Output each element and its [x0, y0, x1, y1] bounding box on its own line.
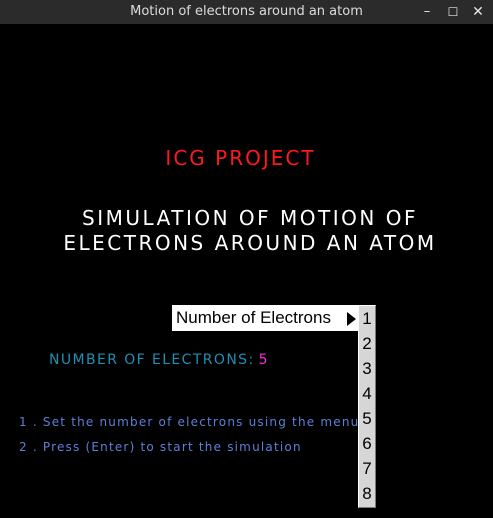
menu-item-label: Number of Electrons	[176, 308, 331, 327]
electron-count-submenu: 1 2 3 4 5 6 7 8	[358, 305, 376, 508]
electron-count-value: 5	[258, 352, 269, 368]
submenu-option-8[interactable]: 8	[359, 481, 375, 506]
submenu-option-5[interactable]: 5	[359, 406, 375, 431]
project-title: ICG PROJECT	[165, 146, 316, 170]
simulation-canvas[interactable]: ICG PROJECT SIMULATION OF MOTION OF ELEC…	[0, 24, 493, 518]
heading-line-2: ELECTRONS AROUND AN ATOM	[63, 231, 437, 255]
submenu-arrow-icon	[347, 312, 356, 326]
menu-item-number-of-electrons[interactable]: Number of Electrons	[172, 305, 358, 331]
close-button[interactable]: ✕	[468, 2, 488, 22]
instruction-1: 1 . Set the number of electrons using th…	[19, 415, 360, 429]
submenu-option-7[interactable]: 7	[359, 456, 375, 481]
app-window: Motion of electrons around an atom – ☐ ✕…	[0, 0, 493, 518]
electron-count-display: NUMBER OF ELECTRONS: 5	[49, 352, 269, 368]
electron-count-label: NUMBER OF ELECTRONS:	[49, 352, 255, 368]
submenu-option-1[interactable]: 1	[359, 306, 375, 331]
submenu-option-2[interactable]: 2	[359, 331, 375, 356]
submenu-option-3[interactable]: 3	[359, 356, 375, 381]
submenu-option-4[interactable]: 4	[359, 381, 375, 406]
maximize-button[interactable]: ☐	[443, 2, 463, 22]
instruction-2: 2 . Press (Enter) to start the simulatio…	[19, 440, 302, 454]
simulation-heading: SIMULATION OF MOTION OF ELECTRONS AROUND…	[54, 206, 446, 256]
submenu-option-6[interactable]: 6	[359, 431, 375, 456]
heading-line-1: SIMULATION OF MOTION OF	[82, 206, 418, 230]
title-bar: Motion of electrons around an atom – ☐ ✕	[0, 0, 493, 24]
minimize-button[interactable]: –	[417, 2, 437, 22]
